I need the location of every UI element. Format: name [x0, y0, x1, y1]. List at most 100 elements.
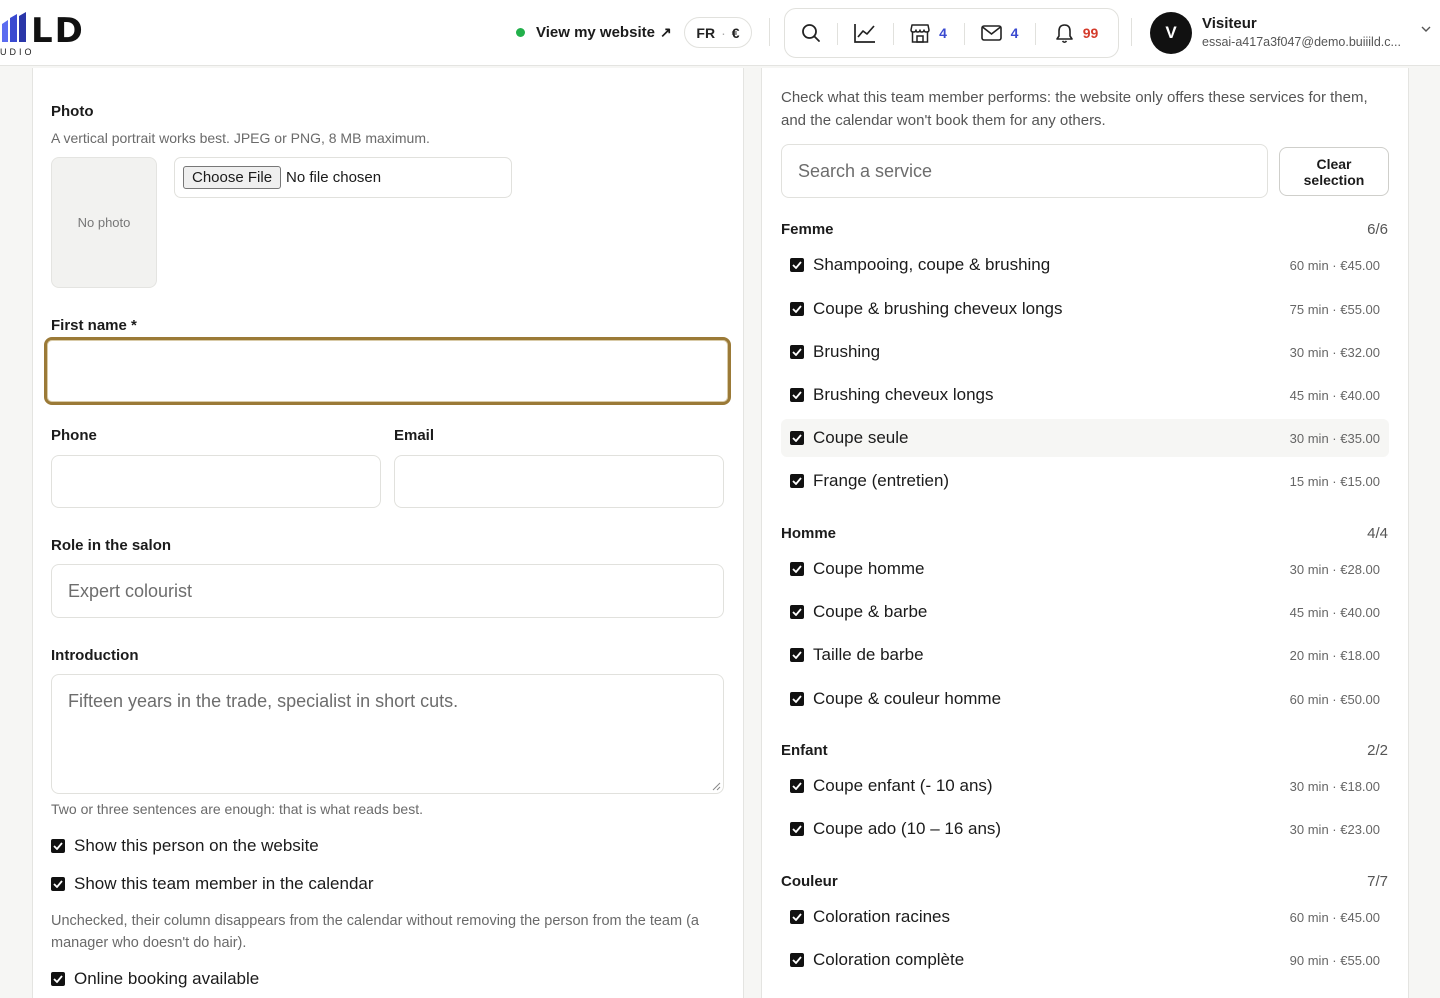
role-label: Role in the salon: [51, 537, 172, 554]
checkbox-checked-icon[interactable]: [790, 953, 804, 967]
service-row[interactable]: Brushing cheveux longs 45 min · €40.00: [781, 376, 1389, 414]
clear-selection-button[interactable]: Clear selection: [1279, 147, 1389, 196]
logo-mark-icon: [2, 12, 26, 42]
checkbox-checked-icon[interactable]: [790, 258, 804, 272]
checkbox-checked-icon: [51, 839, 65, 853]
services-intro-text: Check what this team member performs: th…: [781, 89, 1368, 129]
service-duration-price: 30 min · €28.00: [1289, 561, 1380, 577]
choose-file-button[interactable]: Choose File: [183, 166, 282, 189]
checkbox-checked-icon[interactable]: [790, 910, 804, 924]
user-name[interactable]: Visiteur: [1202, 15, 1257, 32]
chart-icon: [854, 24, 875, 43]
service-duration-price: 30 min · €23.00: [1289, 821, 1380, 837]
checkbox-checked-icon[interactable]: [790, 388, 804, 402]
shop-count-badge: 4: [939, 25, 947, 41]
checkbox-checked-icon[interactable]: [790, 605, 804, 619]
service-name: Coupe homme: [813, 559, 925, 578]
service-duration-price: 15 min · €15.00: [1289, 473, 1380, 489]
logo-text: LD: [31, 11, 85, 51]
checkbox-checked-icon[interactable]: [790, 648, 804, 662]
checkbox-checked-icon[interactable]: [790, 562, 804, 576]
service-name: Taille de barbe: [813, 645, 924, 664]
checkbox-checked-icon[interactable]: [790, 822, 804, 836]
show-in-calendar-checkbox[interactable]: Show this team member in the calendar: [51, 874, 374, 894]
checkbox-checked-icon[interactable]: [790, 779, 804, 793]
checkbox-checked-icon[interactable]: [790, 692, 804, 706]
service-category-count: 6/6: [1367, 221, 1388, 238]
introduction-field[interactable]: Fifteen years in the trade, specialist i…: [51, 674, 724, 794]
role-field[interactable]: Expert colourist: [51, 564, 724, 618]
service-duration-price: 90 min · €55.00: [1289, 952, 1380, 968]
introduction-help-text: Two or three sentences are enough: that …: [51, 801, 423, 817]
first-name-field[interactable]: [44, 337, 731, 405]
phone-field[interactable]: [51, 455, 381, 508]
top-bar: LD UDIO View my website ↗ FR · € 4 4 99: [0, 0, 1440, 66]
service-category-count: 2/2: [1367, 742, 1388, 759]
avatar[interactable]: V: [1150, 12, 1192, 54]
service-category-title: Femme: [781, 221, 834, 238]
service-row[interactable]: Coupe & couleur homme 60 min · €50.00: [781, 680, 1389, 718]
service-name: Frange (entretien): [813, 471, 950, 490]
chevron-down-icon[interactable]: [1421, 26, 1431, 33]
first-name-label: First name *: [51, 317, 137, 334]
brand-logo[interactable]: LD UDIO: [0, 8, 100, 60]
service-row[interactable]: Shampooing, coupe & brushing 60 min · €45…: [781, 246, 1389, 284]
online-booking-label: Online booking available: [74, 969, 260, 988]
service-row[interactable]: Coloration complète 90 min · €55.00: [781, 941, 1389, 979]
checkbox-checked-icon[interactable]: [790, 302, 804, 316]
service-row[interactable]: Coloration racines 60 min · €45.00: [781, 898, 1389, 936]
checkbox-checked-icon[interactable]: [790, 474, 804, 488]
service-row[interactable]: Coupe & brushing cheveux longs 75 min · €…: [781, 290, 1389, 328]
search-button[interactable]: [785, 9, 837, 57]
service-category-title: Enfant: [781, 742, 828, 759]
services-panel: [761, 68, 1409, 998]
service-row[interactable]: Frange (entretien) 15 min · €15.00: [781, 462, 1389, 500]
language-currency-selector[interactable]: FR · €: [684, 17, 752, 48]
show-on-website-checkbox[interactable]: Show this person on the website: [51, 836, 319, 856]
photo-file-input[interactable]: Choose File No file chosen: [174, 157, 512, 198]
show-in-calendar-label: Show this team member in the calendar: [74, 874, 374, 893]
mail-count-badge: 4: [1010, 25, 1019, 41]
photo-placeholder: No photo: [51, 157, 157, 288]
service-row[interactable]: Coupe & barbe 45 min · €40.00: [781, 593, 1389, 631]
service-row[interactable]: Coupe homme 30 min · €28.00: [781, 550, 1389, 588]
notifications-button[interactable]: 99: [1035, 9, 1118, 57]
service-name: Brushing: [813, 342, 881, 361]
service-row[interactable]: Coupe ado (10 – 16 ans) 30 min · €23.00: [781, 810, 1389, 848]
checkbox-checked-icon[interactable]: [790, 431, 804, 445]
store-icon: [910, 23, 930, 43]
envelope-icon: [980, 25, 1002, 41]
service-category-title: Couleur: [781, 873, 838, 890]
service-duration-price: 30 min · €35.00: [1289, 430, 1380, 446]
stats-button[interactable]: [837, 9, 893, 57]
service-name: Coupe ado (10 – 16 ans): [813, 819, 1002, 838]
view-website-link[interactable]: View my website ↗: [516, 20, 672, 44]
service-name: Coupe & couleur homme: [813, 689, 1002, 708]
show-on-website-label: Show this person on the website: [74, 836, 319, 855]
checkbox-checked-icon: [51, 877, 65, 891]
file-status-text: No file chosen: [286, 169, 382, 186]
service-row[interactable]: Brushing 30 min · €32.00: [781, 333, 1389, 371]
photo-help-text: A vertical portrait works best. JPEG or …: [51, 130, 430, 146]
email-field[interactable]: [394, 455, 724, 508]
email-label: Email: [394, 427, 435, 444]
service-row[interactable]: Coupe seule 30 min · €35.00: [781, 419, 1389, 457]
service-category-count: 7/7: [1367, 873, 1388, 890]
checkbox-checked-icon[interactable]: [790, 345, 804, 359]
service-category-title: Homme: [781, 525, 837, 542]
header-divider: [769, 18, 770, 46]
service-row[interactable]: Coupe enfant (- 10 ans) 30 min · €18.00: [781, 767, 1389, 805]
language-code: FR: [696, 24, 716, 41]
service-category-count: 4/4: [1367, 525, 1388, 542]
resize-handle-icon[interactable]: [712, 782, 721, 791]
online-booking-checkbox[interactable]: Online booking available: [51, 969, 259, 989]
service-search-input[interactable]: Search a service: [781, 144, 1268, 198]
notification-count-badge: 99: [1082, 25, 1099, 41]
mail-button[interactable]: 4: [964, 9, 1035, 57]
service-duration-price: 45 min · €40.00: [1289, 387, 1380, 403]
service-name: Coupe & barbe: [813, 602, 928, 621]
service-row[interactable]: Taille de barbe 20 min · €18.00: [781, 636, 1389, 674]
currency-symbol: €: [731, 24, 740, 41]
shop-button[interactable]: 4: [893, 9, 964, 57]
separator-dot: ·: [721, 24, 726, 41]
